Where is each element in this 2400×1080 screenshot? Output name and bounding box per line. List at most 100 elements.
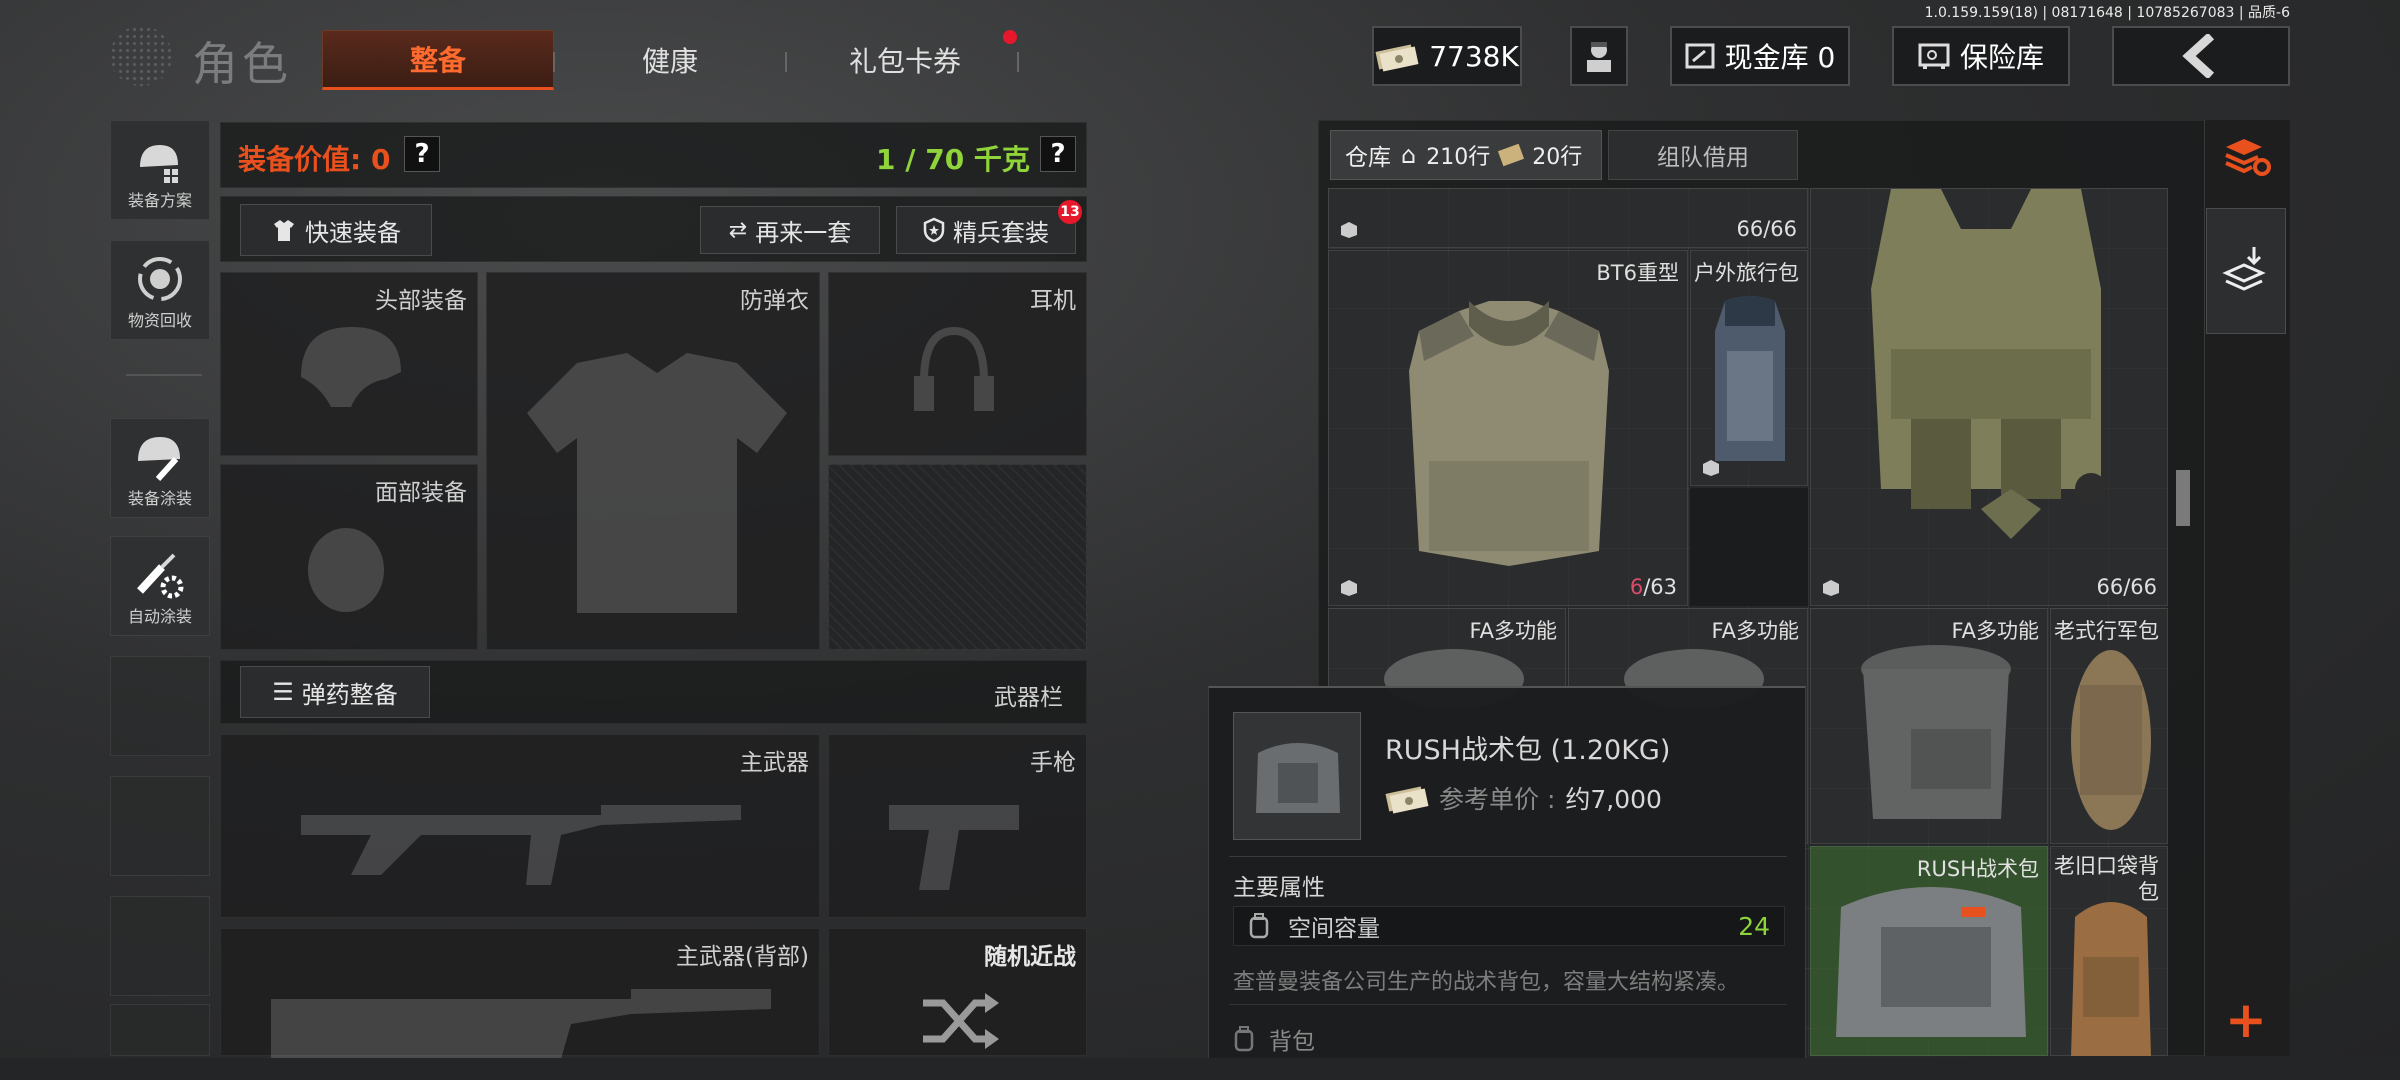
currency-display[interactable]: 7738K [1372, 26, 1522, 86]
tooltip-title: RUSH战术包 (1.20KG) [1385, 735, 1671, 766]
recycle-icon [138, 257, 182, 301]
armor-silhouette-icon [527, 353, 787, 613]
inventory-item-old-pocket-pack[interactable]: 老旧口袋背包 [2050, 846, 2168, 1056]
cash-icon [1385, 786, 1429, 814]
rifle-silhouette-icon [301, 805, 741, 885]
travel-pack-image [1715, 296, 1785, 461]
stack-refresh-icon [2225, 139, 2271, 176]
quick-equip-button[interactable]: 快速装备 [240, 204, 432, 256]
old-rucksack-image [2071, 650, 2151, 830]
tooltip-attribute-row: 空间容量 24 [1233, 906, 1785, 946]
slot-primary[interactable]: 主武器 [220, 734, 820, 918]
inventory-item[interactable]: 66/66 [1328, 188, 1808, 248]
warehouse-rows-b: 20行 [1532, 145, 1583, 170]
tooltip-price-row: 参考单价 : 约7,000 [1385, 780, 1662, 816]
inventory-item-outdoor-pack[interactable]: 户外旅行包 [1690, 250, 1808, 486]
add-button[interactable]: + [2206, 988, 2286, 1052]
slot-locked [828, 464, 1087, 650]
cash-icon [1375, 44, 1419, 72]
safe-button[interactable]: 保险库 [1892, 26, 2070, 86]
pistol-silhouette-icon [889, 805, 1019, 890]
brush-gear-icon [137, 553, 184, 599]
slot-face[interactable]: 面部装备 [220, 464, 478, 650]
warehouse-scrollbar[interactable] [2176, 470, 2190, 526]
inventory-item-fa[interactable]: FA多功能 [1810, 608, 2048, 844]
agent-button[interactable] [1570, 26, 1628, 86]
tooltip-attr-value: 24 [1738, 911, 1770, 941]
empty-slot [1690, 488, 1808, 606]
shuffle-icon [923, 993, 999, 1049]
slot-primary-back[interactable]: 主武器(背部) [220, 928, 820, 1059]
elite-set-button[interactable]: 精兵套装 [896, 206, 1076, 254]
backpack-category-icon [1234, 1026, 1254, 1052]
sidebar-item-loadout-plan[interactable]: 装备方案 [110, 120, 210, 220]
helmet-brush-icon [138, 437, 180, 482]
ammo-prep-label: 弹药整备 [301, 680, 398, 709]
tab-health[interactable]: 健康 [600, 40, 740, 80]
slot-head-label: 头部装备 [375, 288, 467, 314]
inventory-item-old-rucksack[interactable]: 老式行军包 [2050, 608, 2168, 844]
tab-equip-label: 整备 [409, 44, 466, 77]
box-icon [1703, 460, 1719, 476]
safe-label: 保险库 [1959, 41, 2044, 74]
warehouse-tab[interactable]: 仓库 ⌂ 210行 20行 [1330, 130, 1602, 180]
shield-icon [923, 217, 945, 243]
slot-headset[interactable]: 耳机 [828, 272, 1087, 456]
value-help-button[interactable]: ? [404, 136, 440, 172]
shirt-icon [274, 220, 294, 241]
box-icon [1823, 580, 1839, 596]
tooltip-description: 查普曼装备公司生产的战术背包，容量大结构紧凑。 [1233, 970, 1740, 995]
sidebar-item-auto-paint[interactable]: 自动涂装 [110, 536, 210, 636]
currency-amount: 7738K [1429, 39, 1519, 73]
slot-armor-label: 防弹衣 [740, 288, 809, 314]
safe-icon [1918, 43, 1950, 69]
team-borrow-tab[interactable]: 组队借用 [1608, 130, 1798, 180]
store-all-button[interactable] [2206, 208, 2286, 334]
sort-button[interactable] [2214, 126, 2280, 186]
backpack-small-icon [1249, 913, 1269, 939]
back-button[interactable] [2112, 26, 2290, 86]
slot-pistol-label: 手枪 [1030, 750, 1076, 776]
notification-dot [1003, 30, 1017, 44]
slot-armor[interactable]: 防弹衣 [486, 272, 820, 650]
item-name: 老式行军包 [2054, 619, 2159, 643]
tooltip-section-title: 主要属性 [1233, 875, 1325, 901]
sidebar-item-label: 物资回收 [127, 311, 192, 330]
mask-silhouette-icon [308, 528, 384, 612]
tooltip-category-row: 背包 [1233, 1022, 1315, 1056]
slot-primary-back-label: 主武器(背部) [676, 944, 809, 970]
box-icon [1341, 222, 1357, 238]
inventory-item-camo-vest[interactable]: 66/66 [1810, 188, 2168, 606]
item-count-low: 6 [1629, 575, 1644, 599]
slot-head[interactable]: 头部装备 [220, 272, 478, 456]
sidebar-empty-slot [110, 656, 210, 756]
back-arrow-icon [2182, 34, 2215, 78]
sidebar-item-paint[interactable]: 装备涂装 [110, 418, 210, 518]
ammo-prep-button[interactable]: ☰ 弹药整备 [240, 666, 430, 718]
slot-face-label: 面部装备 [375, 480, 467, 506]
inventory-item-rush[interactable]: RUSH战术包 [1810, 846, 2048, 1056]
sidebar-item-recycle[interactable]: 物资回收 [110, 240, 210, 340]
sidebar-item-label: 装备涂装 [127, 489, 192, 508]
slot-pistol[interactable]: 手枪 [828, 734, 1087, 918]
slot-melee[interactable]: 随机近战 [828, 928, 1087, 1056]
re-equip-button[interactable]: ⇄ 再来一套 [700, 206, 880, 254]
elite-set-badge: 13 [1058, 200, 1082, 224]
tab-divider [1017, 52, 1019, 72]
tab-gift-cards[interactable]: 礼包卡券 [820, 40, 990, 80]
tooltip-category: 背包 [1269, 1029, 1315, 1055]
cash-vault-button[interactable]: 现金库 0 [1670, 26, 1850, 86]
tab-equip[interactable]: 整备 [322, 30, 554, 90]
helmet-silhouette-icon [301, 327, 401, 407]
tab-divider [553, 52, 555, 72]
stack-download-icon [2222, 247, 2266, 291]
weight-help-button[interactable]: ? [1040, 136, 1076, 172]
warehouse-tab-label: 仓库 [1345, 145, 1391, 171]
weapon-bar-label: 武器栏 [994, 685, 1063, 711]
tab-divider [785, 52, 787, 72]
inventory-item-bt6[interactable]: BT6重型 6/63 [1328, 250, 1688, 606]
warehouse-rows-a: 210行 [1426, 145, 1491, 170]
rush-pack-thumb-image [1256, 743, 1340, 813]
tooltip-divider [1229, 1004, 1787, 1005]
item-count: 66/66 [2096, 575, 2157, 599]
